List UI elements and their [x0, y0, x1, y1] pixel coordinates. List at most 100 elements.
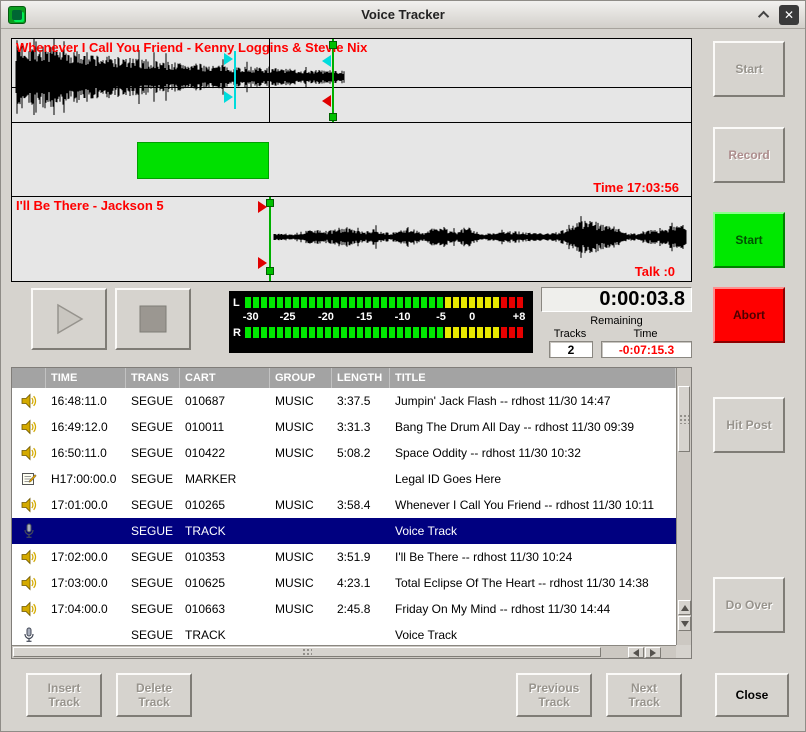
- cell-title: Voice Track: [390, 628, 676, 642]
- cell-title: Friday On My Mind -- rdhost 11/30 14:44: [390, 602, 676, 616]
- scroll-down-button[interactable]: [678, 616, 691, 631]
- talk-marker-line[interactable]: [234, 51, 236, 109]
- track2-bottom-handle[interactable]: [266, 267, 274, 275]
- play-button[interactable]: [31, 288, 107, 350]
- meter-right-leds: [245, 327, 529, 338]
- column-header-time[interactable]: TIME: [46, 368, 126, 388]
- column-header-group[interactable]: GROUP: [270, 368, 332, 388]
- meter-led: [493, 297, 499, 308]
- meter-led: [501, 327, 507, 338]
- column-header-icon[interactable]: [12, 368, 46, 388]
- start-button[interactable]: Start: [713, 212, 785, 268]
- meter-led: [461, 327, 467, 338]
- record-button[interactable]: Record: [713, 127, 785, 183]
- arrow-up-icon: [681, 605, 689, 611]
- talk-marker-icon[interactable]: [224, 53, 233, 65]
- scroll-right-button[interactable]: [645, 647, 661, 658]
- meter-led: [437, 297, 443, 308]
- time-label: Time 17:03:56: [593, 180, 679, 195]
- log-row[interactable]: 16:50:11.0SEGUE010422MUSIC5:08.2Space Od…: [12, 440, 676, 466]
- segue-bottom-handle[interactable]: [329, 113, 337, 121]
- next-track-button[interactable]: Next Track: [606, 673, 682, 717]
- log-row[interactable]: SEGUETRACKVoice Track: [12, 518, 676, 544]
- stop-button[interactable]: [115, 288, 191, 350]
- track1-panel[interactable]: Whenever I Call You Friend - Kenny Loggi…: [12, 39, 691, 123]
- talk-end-marker-icon[interactable]: [322, 55, 331, 67]
- fade-marker-icon[interactable]: [258, 257, 267, 269]
- log-row[interactable]: 17:03:00.0SEGUE010625MUSIC4:23.1Total Ec…: [12, 570, 676, 596]
- cell-group: MUSIC: [270, 446, 332, 460]
- horizontal-scrollbar[interactable]: [12, 645, 677, 658]
- log-row[interactable]: H17:00:00.0SEGUEMARKERLegal ID Goes Here: [12, 466, 676, 492]
- insert-track-button[interactable]: Insert Track: [26, 673, 102, 717]
- column-header-cart[interactable]: CART: [180, 368, 270, 388]
- remaining-tracks-label: Tracks: [541, 328, 599, 340]
- segue-top-handle[interactable]: [329, 41, 337, 49]
- column-header-title[interactable]: TITLE: [390, 368, 676, 388]
- log-row[interactable]: 16:48:11.0SEGUE010687MUSIC3:37.5Jumpin' …: [12, 388, 676, 414]
- track1-midline: [12, 87, 691, 88]
- voice-tracker-window: Voice Tracker ✕ Whenever I Call You Frie…: [0, 0, 806, 732]
- shade-button[interactable]: [755, 5, 775, 25]
- cell-length: 3:58.4: [332, 498, 390, 512]
- log-row[interactable]: SEGUETRACKVoice Track: [12, 622, 676, 647]
- meter-led: [317, 297, 323, 308]
- cell-title: Total Eclipse Of The Heart -- rdhost 11/…: [390, 576, 676, 590]
- cell-trans: SEGUE: [126, 446, 180, 460]
- cell-length: 4:23.1: [332, 576, 390, 590]
- cell-trans: SEGUE: [126, 394, 180, 408]
- meter-led: [357, 327, 363, 338]
- track2-top-handle[interactable]: [266, 199, 274, 207]
- voicetrack-panel[interactable]: Time 17:03:56: [12, 123, 691, 197]
- grip-icon: [679, 414, 689, 424]
- log-row[interactable]: 16:49:12.0SEGUE010011MUSIC3:31.3Bang The…: [12, 414, 676, 440]
- meter-led: [341, 297, 347, 308]
- log-table: TIMETRANSCARTGROUPLENGTHTITLE 16:48:11.0…: [11, 367, 692, 659]
- column-header-trans[interactable]: TRANS: [126, 368, 180, 388]
- delete-track-button[interactable]: Delete Track: [116, 673, 192, 717]
- abort-button[interactable]: Abort: [713, 287, 785, 343]
- arrow-right-icon: [650, 649, 656, 657]
- cell-trans: SEGUE: [126, 472, 180, 486]
- scrollbar-corner: [676, 645, 691, 658]
- meter-led: [365, 327, 371, 338]
- voicetrack-region[interactable]: [137, 142, 269, 179]
- window-close-button[interactable]: ✕: [779, 5, 799, 25]
- vertical-scrollbar-thumb[interactable]: [678, 386, 690, 452]
- meter-scale: -30-25-20-15-10-50+8: [245, 310, 529, 325]
- mic-icon: [12, 627, 46, 643]
- previous-track-button[interactable]: Previous Track: [516, 673, 592, 717]
- cell-cart: 010265: [180, 498, 270, 512]
- hit-post-button[interactable]: Hit Post: [713, 397, 785, 453]
- scroll-up-button[interactable]: [678, 600, 691, 615]
- marker-icon: [12, 471, 46, 487]
- meter-led: [397, 297, 403, 308]
- close-button[interactable]: Close: [715, 673, 789, 717]
- cell-title: Legal ID Goes Here: [390, 472, 676, 486]
- meter-scale-label: -25: [280, 311, 296, 323]
- meter-led: [389, 297, 395, 308]
- vertical-scrollbar[interactable]: [676, 368, 691, 647]
- start-top-button[interactable]: Start: [713, 41, 785, 97]
- meter-led: [269, 327, 275, 338]
- cell-title: Whenever I Call You Friend -- rdhost 11/…: [390, 498, 676, 512]
- cell-length: 3:51.9: [332, 550, 390, 564]
- log-row[interactable]: 17:04:00.0SEGUE010663MUSIC2:45.8Friday O…: [12, 596, 676, 622]
- titlebar[interactable]: Voice Tracker ✕: [1, 1, 805, 29]
- horizontal-scrollbar-thumb[interactable]: [13, 647, 601, 657]
- log-row[interactable]: 17:01:00.0SEGUE010265MUSIC3:58.4Whenever…: [12, 492, 676, 518]
- cell-cart: 010011: [180, 420, 270, 434]
- meter-led: [437, 327, 443, 338]
- do-over-button[interactable]: Do Over: [713, 577, 785, 633]
- fade-marker-icon[interactable]: [322, 95, 331, 107]
- talk-marker-icon[interactable]: [224, 91, 233, 103]
- column-header-length[interactable]: LENGTH: [332, 368, 390, 388]
- log-row[interactable]: 17:02:00.0SEGUE010353MUSIC3:51.9I'll Be …: [12, 544, 676, 570]
- window-title: Voice Tracker: [1, 7, 805, 22]
- meter-led: [261, 297, 267, 308]
- track2-panel[interactable]: I'll Be There - Jackson 5 Talk :0: [12, 197, 691, 281]
- meter-led: [421, 327, 427, 338]
- meter-led: [405, 297, 411, 308]
- scroll-left-button[interactable]: [628, 647, 644, 658]
- fade-marker-icon[interactable]: [258, 201, 267, 213]
